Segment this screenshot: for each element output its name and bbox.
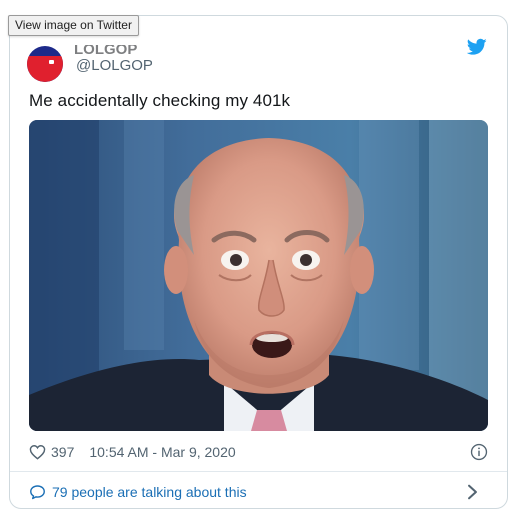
- avatar[interactable]: [27, 46, 63, 82]
- conversation-label: 79 people are talking about this: [52, 484, 247, 500]
- like-count: 397: [51, 444, 75, 460]
- view-image-tooltip: View image on Twitter: [8, 15, 139, 36]
- tweet-meta: 397 10:54 AM - Mar 9, 2020: [29, 441, 489, 463]
- speech-bubble-icon: [30, 485, 45, 500]
- author-display-name[interactable]: LOLGOP: [74, 45, 137, 58]
- like-button[interactable]: 397: [29, 444, 74, 460]
- info-icon[interactable]: [470, 443, 488, 461]
- chevron-right-icon[interactable]: [464, 484, 481, 500]
- heart-icon: [29, 445, 46, 460]
- twitter-bird-icon[interactable]: [467, 38, 487, 56]
- conversation-link[interactable]: 79 people are talking about this: [29, 482, 489, 502]
- author-handle[interactable]: @LOLGOP: [76, 57, 153, 74]
- divider: [10, 471, 507, 472]
- tweet-photo[interactable]: [29, 120, 488, 431]
- embedded-tweet-card[interactable]: LOLGOP @LOLGOP Me accidentally checking …: [9, 15, 508, 509]
- timestamp-link[interactable]: 10:54 AM - Mar 9, 2020: [89, 444, 235, 460]
- tweet-text: Me accidentally checking my 401k: [29, 91, 291, 110]
